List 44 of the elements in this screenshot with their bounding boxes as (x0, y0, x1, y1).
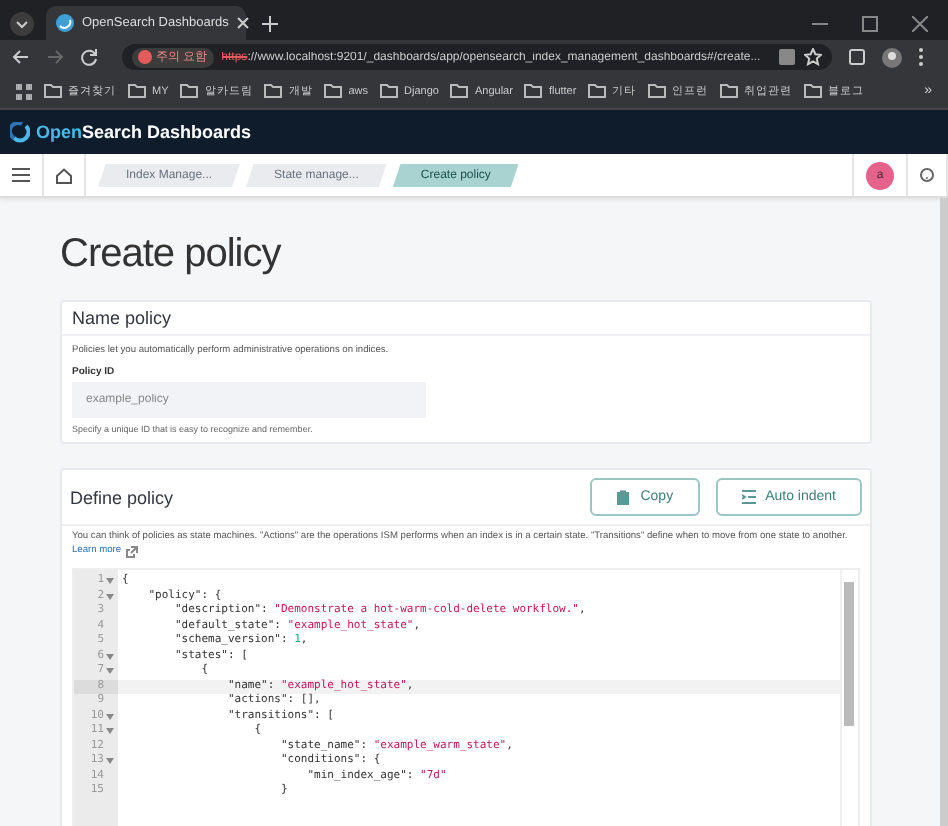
more-icon[interactable] (918, 48, 924, 66)
folder-icon (380, 84, 399, 98)
folder-icon (264, 84, 283, 98)
folder-icon (450, 84, 469, 98)
plus-icon[interactable] (262, 15, 278, 31)
page-title: Create policy (60, 232, 283, 278)
maximize-icon[interactable] (862, 15, 878, 31)
panel-title: Name policy (62, 302, 870, 336)
scrollbar[interactable] (844, 582, 854, 726)
fold-caret-icon[interactable] (106, 593, 114, 600)
folder-icon (44, 84, 62, 98)
indent-icon (741, 490, 756, 504)
clipboard-icon (616, 489, 631, 505)
folder-icon (720, 84, 739, 98)
folder-icon (324, 84, 343, 98)
warning-icon (138, 50, 152, 64)
folder-icon (180, 84, 199, 98)
fold-caret-icon[interactable] (106, 668, 114, 675)
logo-icon (56, 14, 74, 32)
close-icon[interactable] (912, 15, 928, 31)
folder-icon (588, 84, 607, 98)
chevron-down-icon[interactable] (10, 11, 34, 35)
fold-caret-icon[interactable] (106, 728, 114, 735)
home-icon[interactable] (56, 167, 72, 183)
fold-caret-icon[interactable] (106, 578, 114, 585)
external-link-icon (125, 545, 138, 557)
fold-caret-icon[interactable] (106, 713, 114, 720)
apps-grid-icon[interactable] (16, 83, 32, 99)
folder-icon (524, 84, 543, 98)
folder-icon (648, 84, 667, 98)
brand-logo[interactable]: OpenSearch Dashboards (10, 121, 252, 143)
folder-icon (804, 84, 823, 98)
back-arrow-icon[interactable] (12, 48, 30, 66)
reload-icon[interactable] (80, 48, 98, 66)
help-icon[interactable] (920, 168, 934, 182)
fold-caret-icon[interactable] (106, 758, 114, 765)
logo-icon (10, 121, 30, 143)
menu-icon[interactable] (12, 168, 30, 182)
fold-caret-icon[interactable] (106, 653, 114, 660)
star-icon[interactable] (804, 48, 822, 66)
panel-title: Define policy (70, 487, 176, 507)
folder-icon (128, 84, 146, 98)
profile-icon[interactable] (882, 47, 902, 67)
close-icon[interactable] (236, 16, 251, 30)
